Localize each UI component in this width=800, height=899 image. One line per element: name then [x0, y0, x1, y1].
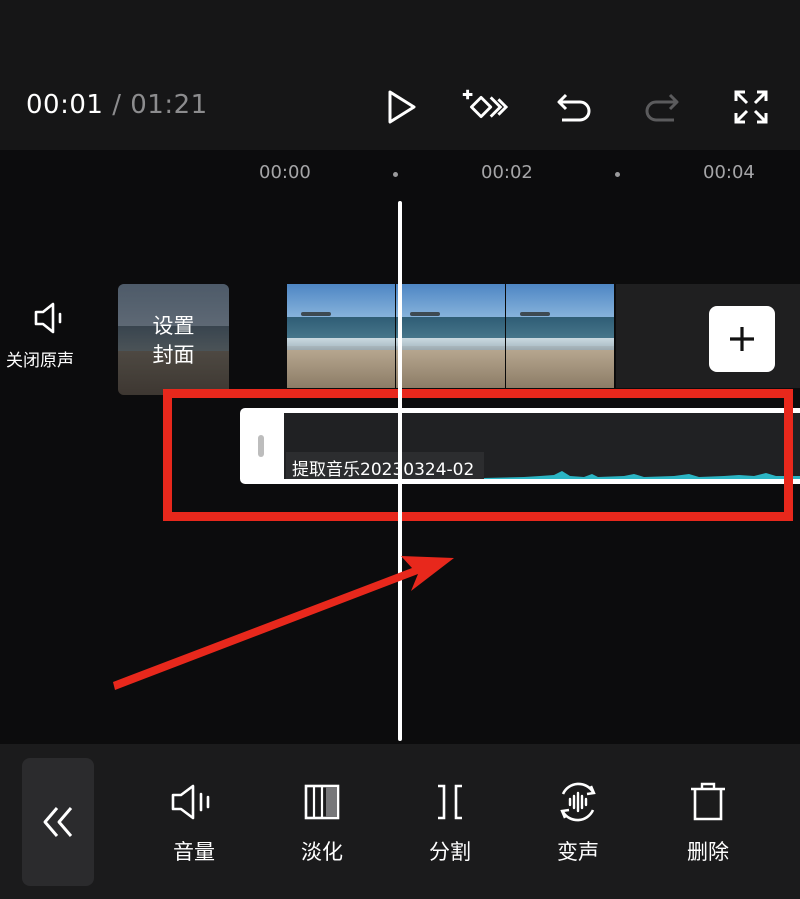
- ruler-tick: 00:02: [481, 162, 533, 183]
- ruler-dot: [393, 172, 398, 177]
- play-button[interactable]: [376, 82, 426, 132]
- tool-label: 淡化: [301, 840, 343, 864]
- tool-delete[interactable]: 删除: [663, 778, 753, 866]
- fullscreen-button[interactable]: [726, 82, 776, 132]
- playhead[interactable]: [398, 201, 402, 741]
- undo-icon: [557, 93, 591, 122]
- time-separator: /: [103, 90, 131, 120]
- tool-volume[interactable]: 音量: [149, 778, 239, 866]
- tool-label: 音量: [173, 840, 215, 864]
- current-time: 00:01: [26, 90, 104, 120]
- tool-fade[interactable]: 淡化: [277, 778, 367, 866]
- undo-button[interactable]: [549, 82, 599, 132]
- add-clip-button[interactable]: [709, 306, 775, 372]
- fade-icon: [304, 784, 340, 820]
- time-display: 00:01 / 01:21: [26, 90, 208, 120]
- tool-label: 分割: [429, 840, 471, 864]
- speaker-icon: [34, 302, 62, 334]
- keyframe-icon: [462, 89, 508, 119]
- redo-icon: [645, 93, 679, 122]
- video-frame-thumbnail: [396, 284, 506, 388]
- volume-icon: [171, 784, 210, 820]
- tool-split[interactable]: 分割: [405, 778, 495, 866]
- delete-icon: [691, 782, 725, 821]
- keyframe-button[interactable]: [458, 82, 508, 132]
- redo-button[interactable]: [637, 82, 687, 132]
- collapse-back-button[interactable]: [22, 758, 94, 886]
- video-frame-thumbnail: [505, 284, 615, 388]
- ruler-tick: 00:04: [703, 162, 755, 183]
- double-chevron-left-icon: [43, 807, 73, 837]
- ruler-dot: [615, 172, 620, 177]
- cover-label: 设置 封面: [152, 314, 195, 367]
- play-icon: [388, 90, 416, 124]
- highlight-box: [163, 389, 793, 521]
- fullscreen-icon: [734, 90, 768, 124]
- tool-voice-change[interactable]: 变声: [533, 778, 623, 866]
- voice-change-icon: [560, 782, 596, 822]
- ruler-tick: 00:00: [259, 162, 311, 183]
- tool-label: 删除: [687, 840, 729, 864]
- video-frame-thumbnail: [287, 284, 397, 388]
- total-time: 01:21: [130, 90, 208, 120]
- plus-icon: [730, 327, 754, 351]
- split-icon: [438, 784, 462, 820]
- mute-original-toggle[interactable]: 关闭原声: [0, 300, 80, 371]
- mute-original-label: 关闭原声: [6, 351, 74, 371]
- video-track[interactable]: [287, 284, 615, 388]
- tool-label: 变声: [557, 840, 599, 864]
- set-cover-button[interactable]: 设置 封面: [118, 284, 229, 395]
